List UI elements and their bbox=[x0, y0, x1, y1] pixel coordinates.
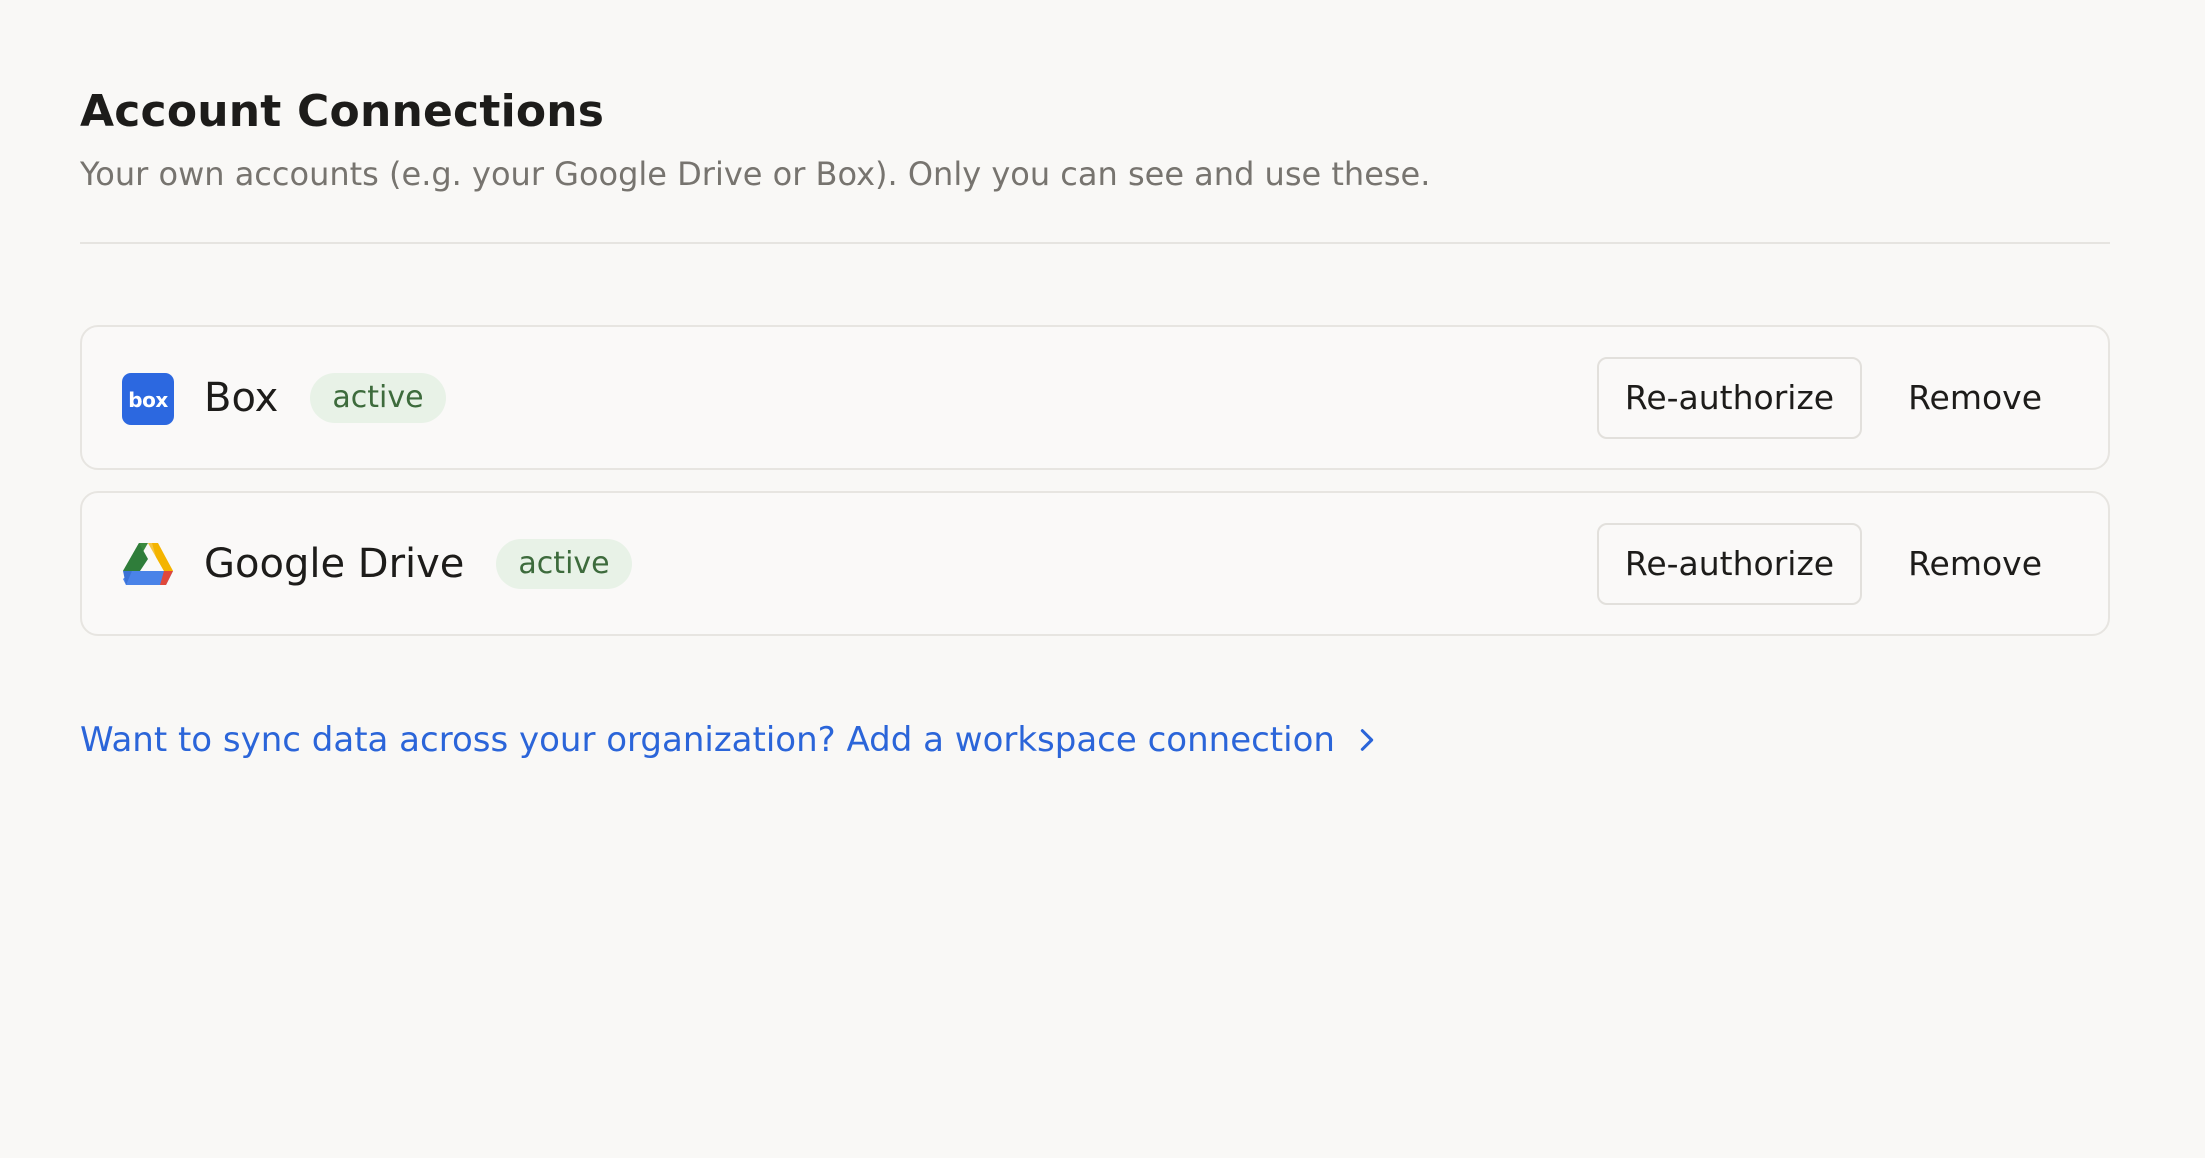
connection-info-box: Box active bbox=[204, 327, 446, 468]
status-badge: active bbox=[310, 372, 446, 423]
add-workspace-connection-link[interactable]: Want to sync data across your organizati… bbox=[80, 720, 1381, 760]
connection-card-google-drive: Google Drive active Re-authorize Remove bbox=[80, 491, 2110, 636]
page-subtitle: Your own accounts (e.g. your Google Driv… bbox=[80, 155, 1431, 193]
connection-list: box Box active Re-authorize Remove Googl… bbox=[80, 325, 2110, 657]
box-logo-icon: box bbox=[122, 373, 174, 425]
google-drive-logo-svg bbox=[123, 543, 173, 585]
connection-actions-box: Re-authorize Remove bbox=[1596, 327, 2070, 468]
connection-name: Google Drive bbox=[204, 540, 465, 587]
workspace-link-label: Want to sync data across your organizati… bbox=[80, 720, 1335, 760]
section-divider bbox=[80, 242, 2110, 244]
remove-button[interactable]: Remove bbox=[1880, 357, 2070, 439]
reauthorize-button[interactable]: Re-authorize bbox=[1596, 356, 1863, 439]
connection-info-google-drive: Google Drive active bbox=[204, 493, 632, 634]
remove-button[interactable]: Remove bbox=[1880, 523, 2070, 605]
status-badge: active bbox=[496, 538, 632, 589]
google-drive-logo-icon bbox=[122, 539, 174, 591]
reauthorize-button[interactable]: Re-authorize bbox=[1596, 522, 1863, 605]
connection-name: Box bbox=[204, 374, 279, 421]
connection-card-box: box Box active Re-authorize Remove bbox=[80, 325, 2110, 470]
box-logo-text: box bbox=[122, 373, 174, 425]
chevron-right-icon bbox=[1360, 729, 1374, 751]
connection-actions-google-drive: Re-authorize Remove bbox=[1596, 493, 2070, 634]
page-title: Account Connections bbox=[80, 86, 605, 137]
